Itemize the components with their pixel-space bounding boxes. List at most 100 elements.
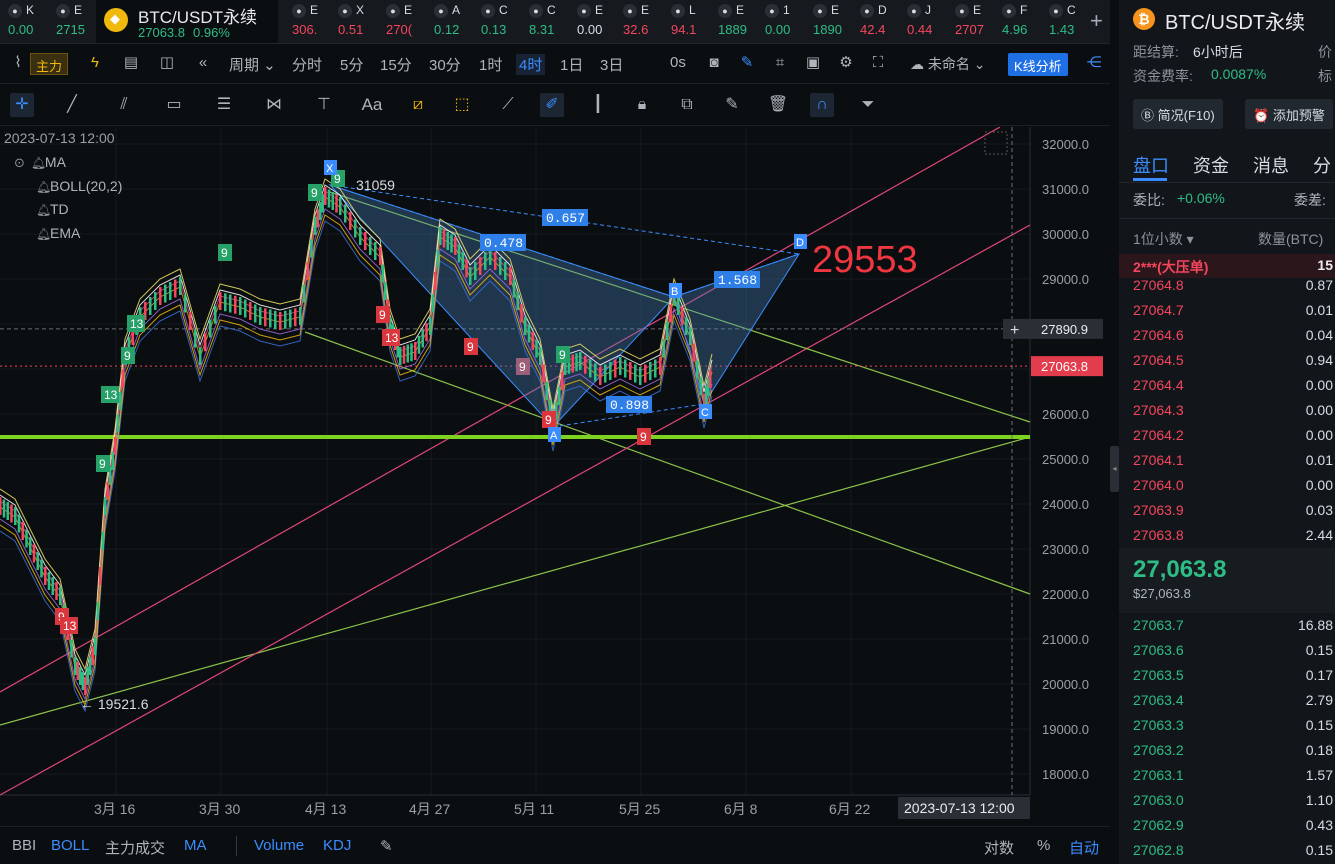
parallel-line-tool-icon[interactable]: ⫽ — [112, 93, 136, 117]
trend-line[interactable] — [0, 436, 1031, 726]
layout-name-dropdown[interactable]: ☁ 未命名 ⌄ — [910, 54, 986, 74]
trash-icon[interactable]: 🗑︎ — [766, 93, 790, 117]
bid-row[interactable]: 27063.3 0.15 — [1119, 714, 1335, 739]
panel-tab[interactable]: 分 — [1313, 152, 1331, 178]
ask-row[interactable]: 27064.0 0.00 — [1119, 474, 1335, 499]
ask-row[interactable]: 27064.6 0.04 — [1119, 324, 1335, 349]
camera-icon[interactable]: ◙ — [704, 53, 724, 73]
interval-tab[interactable]: 4时 — [516, 54, 546, 75]
info-button[interactable]: Ⓑ 简况(F10) — [1133, 99, 1223, 129]
lightning-icon[interactable]: ϟ — [85, 53, 105, 73]
bid-row[interactable]: 27063.6 0.15 — [1119, 639, 1335, 664]
panel-tab[interactable]: 盘口 — [1133, 152, 1169, 178]
calendar-icon[interactable]: ▤ — [121, 53, 141, 73]
collapse-handle-icon[interactable]: ◂ — [1110, 446, 1119, 492]
bid-row[interactable]: 27063.5 0.17 — [1119, 664, 1335, 689]
ticker-item[interactable]: ● K 0.00 — [8, 0, 52, 43]
scale-option[interactable]: 自动 — [1069, 837, 1099, 858]
filter-icon[interactable]: ⏷ — [856, 93, 880, 117]
interval-tab[interactable]: 5分 — [340, 54, 363, 75]
ask-row[interactable]: 27064.8 0.87 — [1119, 274, 1335, 299]
channel-line[interactable] — [0, 127, 1001, 693]
indicator-name[interactable]: MA — [45, 154, 66, 170]
pattern-tool-icon[interactable]: ⋈ — [262, 93, 286, 117]
bid-row[interactable]: 27063.0 1.10 — [1119, 789, 1335, 814]
crop-icon[interactable]: ⌗ — [770, 53, 790, 73]
ask-row[interactable]: 27064.1 0.01 — [1119, 449, 1335, 474]
ticker-item[interactable]: ● E 1889 — [718, 0, 762, 43]
save-image-icon[interactable]: ▣ — [803, 53, 823, 73]
ticker-item[interactable]: ● F 4.96 — [1002, 0, 1046, 43]
ticker-item[interactable]: ● E 0.00 — [577, 0, 621, 43]
precision-dropdown[interactable]: 1位小数 ▾ — [1133, 229, 1194, 249]
interval-tab[interactable]: 分时 — [292, 54, 322, 75]
lock-icon[interactable]: 🔒︎ — [630, 93, 654, 117]
bell-icon[interactable]: 🔔︎ — [36, 199, 51, 222]
layout-icon[interactable]: ◫ — [157, 53, 177, 73]
gold-tag-icon[interactable]: ⬚ — [450, 93, 474, 117]
collapse-legend-icon[interactable]: ⊙ — [14, 155, 25, 170]
ask-row[interactable]: 27063.8 2.44 — [1119, 524, 1335, 549]
indicator-name[interactable]: TD — [50, 201, 69, 217]
ticker-item[interactable]: ● C 1.43 — [1049, 0, 1093, 43]
ask-row[interactable]: 27064.3 0.00 — [1119, 399, 1335, 424]
candlestick-chart[interactable]: 32000.031000.030000.029000.028000.027000… — [0, 127, 1110, 825]
bell-icon[interactable]: 🔔︎ — [31, 152, 46, 175]
period-dropdown[interactable]: 周期 ⌄ — [229, 54, 276, 75]
panel-tab[interactable]: 资金 — [1193, 152, 1229, 178]
scale-option[interactable]: 对数 — [984, 837, 1014, 858]
ask-row[interactable]: 27064.5 0.94 — [1119, 349, 1335, 374]
ticker-item[interactable]: ● D 42.4 — [860, 0, 904, 43]
interval-tab[interactable]: 1日 — [560, 54, 583, 75]
indicator-tab[interactable]: 主力成交 — [105, 837, 165, 858]
indicator-tab[interactable]: KDJ — [323, 837, 351, 854]
main-indicator-button[interactable]: 主力 — [30, 53, 69, 75]
kline-analysis-button[interactable]: K线分析 — [1008, 53, 1068, 76]
edit-list-icon[interactable]: ✎ — [720, 93, 744, 117]
scale-option[interactable]: % — [1037, 837, 1050, 854]
crosshair-tool-icon[interactable]: ✛ — [10, 93, 34, 117]
ticker-item[interactable]: ● E 1890 — [813, 0, 857, 43]
edit-indicators-icon[interactable]: ✎ — [380, 837, 393, 855]
ask-row[interactable]: 27064.2 0.00 — [1119, 424, 1335, 449]
gold-ruler-icon[interactable]: ⧄ — [406, 93, 430, 117]
bid-row[interactable]: 27063.7 16.88 — [1119, 614, 1335, 639]
replay-icon[interactable]: « — [193, 53, 213, 73]
bid-row[interactable]: 27063.2 0.18 — [1119, 739, 1335, 764]
magnet-icon[interactable]: ∩ — [810, 93, 834, 117]
indicator-name[interactable]: EMA — [50, 225, 80, 241]
ask-row[interactable]: 27064.4 0.00 — [1119, 374, 1335, 399]
ticker-item[interactable]: ● C 0.13 — [481, 0, 525, 43]
ruler-tool-icon[interactable]: ⊤ — [312, 93, 336, 117]
target-price-annotation[interactable]: 29553 — [812, 239, 918, 281]
ticker-item[interactable]: ● E 270( — [386, 0, 430, 43]
indicator-tab[interactable]: BBI — [12, 837, 36, 854]
copy-icon[interactable]: ⧉ — [675, 93, 699, 117]
bell-icon[interactable]: 🔔︎ — [36, 176, 51, 199]
interval-tab[interactable]: 15分 — [380, 54, 412, 75]
settings-icon[interactable]: ⚙ — [836, 53, 856, 73]
interval-tab[interactable]: 3日 — [600, 54, 623, 75]
interval-tab[interactable]: 1时 — [479, 54, 502, 75]
indicator-tab[interactable]: MA — [184, 837, 207, 854]
reset-zoom-icon[interactable] — [984, 131, 1008, 155]
bid-row[interactable]: 27063.1 1.57 — [1119, 764, 1335, 789]
ask-row[interactable]: 27064.7 0.01 — [1119, 299, 1335, 324]
trend-line[interactable] — [304, 331, 1031, 595]
text-tool-icon[interactable]: Aa — [360, 93, 384, 117]
pencil-icon[interactable]: ✎ — [737, 53, 757, 73]
ticker-item[interactable]: ● E 2715 — [56, 0, 100, 43]
panel-splitter[interactable]: ◂ — [1110, 0, 1119, 864]
magnet-draw-icon[interactable]: ✐ — [540, 93, 564, 117]
fib-tool-icon[interactable]: ☰ — [212, 93, 236, 117]
panel-tab[interactable]: 消息 — [1253, 152, 1289, 178]
bell-icon[interactable]: 🔔︎ — [36, 223, 51, 246]
ticker-item[interactable]: ● E 32.6 — [623, 0, 667, 43]
ticker-item[interactable]: ● 1 0.00 — [765, 0, 809, 43]
indicator-tab[interactable]: BOLL — [51, 837, 89, 854]
ticker-item[interactable]: ● E 306. — [292, 0, 336, 43]
candle-icon[interactable]: ┃ — [586, 93, 610, 117]
bid-row[interactable]: 27062.9 0.43 — [1119, 814, 1335, 839]
bid-row[interactable]: 27063.4 2.79 — [1119, 689, 1335, 714]
indicator-tab[interactable]: Volume — [254, 837, 304, 854]
